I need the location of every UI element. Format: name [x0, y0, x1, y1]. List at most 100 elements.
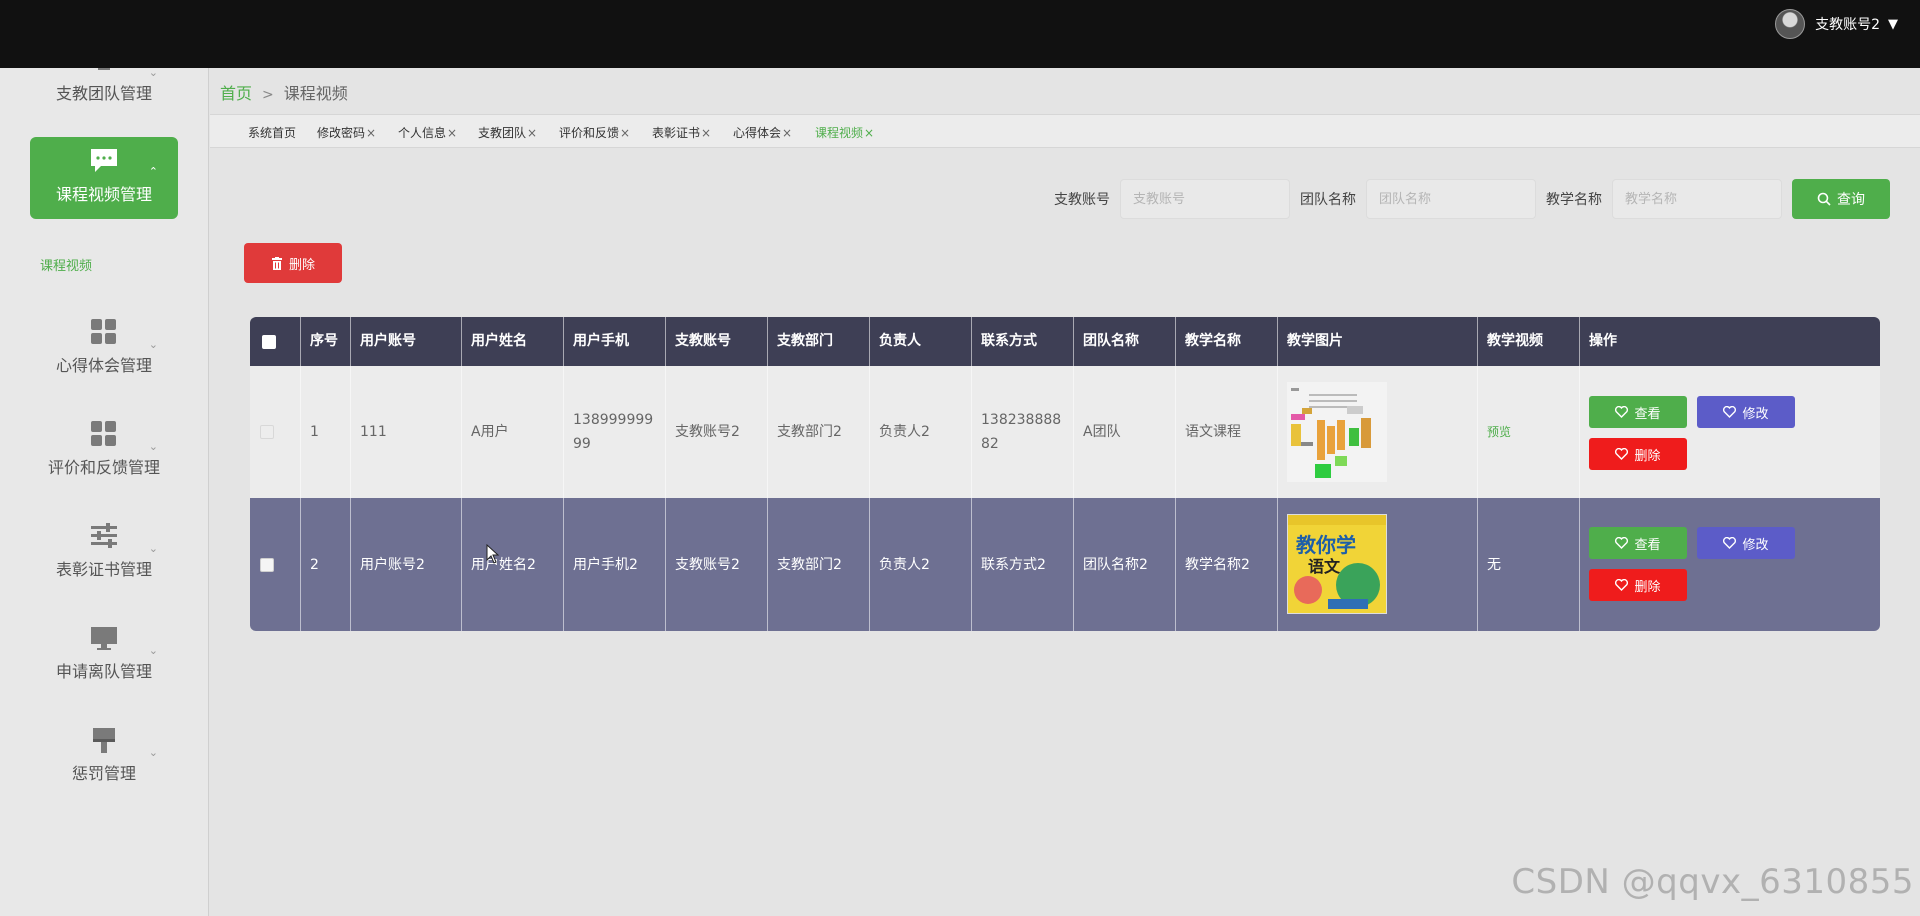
search-input-course-name[interactable] [1612, 179, 1782, 219]
column-header: 用户姓名 [471, 333, 527, 349]
grid-icon [91, 421, 116, 446]
username[interactable]: 支教账号2 [1815, 14, 1880, 34]
column-divider [1175, 317, 1176, 631]
cell-dept: 支教部门2 [777, 556, 842, 573]
tag-change-password[interactable]: 修改密码× [317, 124, 376, 141]
table-header: 序号 用户账号 用户姓名 用户手机 支教账号 支教部门 负责人 联系方式 团队名… [250, 317, 1880, 366]
view-button[interactable]: 查看 [1589, 527, 1687, 559]
cell-account: 111 [360, 424, 387, 440]
breadcrumb: 首页 > 课程视频 [220, 80, 348, 104]
close-icon[interactable]: × [447, 126, 457, 140]
view-button[interactable]: 查看 [1589, 396, 1687, 428]
search-label-course-name: 教学名称 [1546, 192, 1602, 208]
cell-name: 用户姓名2 [471, 556, 536, 573]
close-icon[interactable]: × [366, 126, 376, 140]
sidebar-item-label: 课程视频管理 [55, 185, 152, 204]
select-all-cell [250, 317, 300, 366]
preview-video-link[interactable]: 预览 [1487, 420, 1511, 444]
select-all-checkbox[interactable] [262, 334, 276, 349]
column-divider [461, 317, 462, 631]
tag-label: 心得体会 [733, 126, 782, 140]
edit-button-label: 修改 [1742, 537, 1769, 553]
course-image-thumbnail[interactable] [1287, 382, 1387, 482]
table-row-selected[interactable]: 2 用户账号2 用户姓名2 用户手机2 支教账号2 支教部门2 负责人2 联系方… [250, 498, 1880, 631]
sidebar-item-label: 支教团队管理 [55, 84, 152, 103]
course-image-thumbnail[interactable]: 教你学 语文 [1287, 514, 1387, 614]
search-input-teach-account[interactable] [1120, 179, 1290, 219]
cell-leader: 负责人2 [879, 556, 930, 573]
sidebar-subitem-course-video[interactable]: 课程视频 [40, 255, 92, 274]
row-checkbox-cell [250, 498, 300, 631]
sidebar-item-team[interactable]: 支教团队管理 ⌄ [30, 68, 178, 128]
column-header: 团队名称 [1083, 333, 1139, 349]
table-row[interactable]: 1 111 A用户 138999999 99 支教账号2 支教部门2 负责人2 … [250, 366, 1880, 498]
chevron-up-icon: ⌃ [148, 165, 158, 178]
sidebar-item-experience[interactable]: 心得体会管理 ⌄ [30, 318, 178, 400]
trash-icon [271, 256, 282, 270]
cell-teach-account: 支教账号2 [675, 556, 740, 573]
column-header: 教学图片 [1287, 333, 1343, 349]
batch-delete-button[interactable]: 删除 [244, 243, 342, 283]
user-menu[interactable]: 支教账号2 ▼ [1775, 9, 1898, 39]
search-label-teach-account: 支教账号 [1054, 192, 1110, 208]
heart-icon [1615, 406, 1629, 418]
tag-team[interactable]: 支教团队× [478, 124, 537, 141]
heart-icon [1723, 537, 1737, 549]
tag-experience[interactable]: 心得体会× [733, 124, 792, 141]
book-cover-subtitle: 语文 [1308, 557, 1341, 576]
sidebar-item-feedback[interactable]: 评价和反馈管理 ⌄ [30, 420, 178, 502]
column-divider [1477, 317, 1478, 631]
tag-home[interactable]: 系统首页 [248, 124, 296, 141]
watermark: CSDN @qqvx_6310855 [1511, 862, 1914, 902]
column-header: 支教账号 [675, 333, 731, 349]
delete-button[interactable]: 删除 [1589, 438, 1687, 470]
cell-contact: 联系方式2 [981, 556, 1046, 573]
sidebar-item-leave[interactable]: 申请离队管理 ⌄ [30, 624, 178, 706]
cell-leader: 负责人2 [879, 424, 930, 440]
tag-course-video[interactable]: 课程视频× [815, 124, 874, 141]
row-checkbox[interactable] [260, 557, 274, 572]
grid-icon [91, 319, 116, 344]
tag-certificate[interactable]: 表彰证书× [652, 124, 711, 141]
close-icon[interactable]: × [701, 126, 711, 140]
avatar[interactable] [1775, 9, 1806, 39]
caret-down-icon[interactable]: ▼ [1888, 17, 1898, 32]
edit-button[interactable]: 修改 [1697, 396, 1795, 428]
tag-profile[interactable]: 个人信息× [398, 124, 457, 141]
column-divider [350, 317, 351, 631]
search-icon [1817, 192, 1831, 206]
tag-feedback[interactable]: 评价和反馈× [559, 124, 630, 141]
column-divider [1073, 317, 1074, 631]
delete-button-label: 删除 [1634, 448, 1661, 464]
breadcrumb-home[interactable]: 首页 [220, 84, 252, 103]
chat-icon [91, 149, 117, 172]
cell-index: 2 [310, 556, 319, 573]
sidebar-item-label: 心得体会管理 [55, 356, 152, 375]
search-label-team-name: 团队名称 [1300, 192, 1356, 208]
column-divider [767, 317, 768, 631]
column-divider [563, 317, 564, 631]
column-divider [1277, 317, 1278, 631]
row-checkbox[interactable] [260, 425, 274, 439]
column-divider [971, 317, 972, 631]
query-button[interactable]: 查询 [1792, 179, 1890, 219]
search-input-team-name[interactable] [1366, 179, 1536, 219]
delete-button-label: 删除 [1634, 579, 1661, 595]
view-button-label: 查看 [1634, 406, 1661, 422]
close-icon[interactable]: × [620, 126, 630, 140]
sidebar-item-punishment[interactable]: 惩罚管理 ⌄ [30, 726, 178, 808]
tag-label: 支教团队 [478, 126, 527, 140]
sidebar-item-certificate[interactable]: 表彰证书管理 ⌄ [30, 522, 178, 604]
sidebar-item-course-video[interactable]: 课程视频管理 ⌃ [30, 137, 178, 219]
close-icon[interactable]: × [864, 126, 874, 140]
delete-button[interactable]: 删除 [1589, 569, 1687, 601]
sidebar-item-label: 表彰证书管理 [55, 560, 152, 579]
edit-button[interactable]: 修改 [1697, 527, 1795, 559]
row-checkbox-cell [250, 366, 300, 498]
tag-label: 系统首页 [248, 126, 297, 140]
close-icon[interactable]: × [782, 126, 792, 140]
cell-team: A团队 [1083, 424, 1121, 440]
cell-course: 语文课程 [1185, 424, 1241, 440]
close-icon[interactable]: × [527, 126, 537, 140]
column-header: 操作 [1589, 333, 1617, 349]
